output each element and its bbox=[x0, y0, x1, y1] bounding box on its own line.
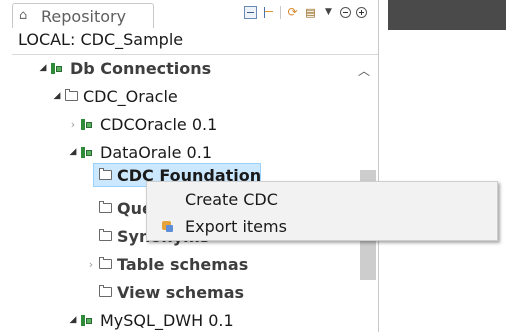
tree-item-label: Db Connections bbox=[70, 58, 212, 78]
tree-item-table-schemas[interactable]: › Table schemas bbox=[86, 253, 248, 275]
project-label: LOCAL: CDC_Sample bbox=[18, 30, 184, 49]
folder-icon bbox=[99, 201, 112, 213]
menu-item-export-items[interactable]: Export items bbox=[147, 213, 497, 239]
expanded-twisty-icon[interactable]: ◢ bbox=[52, 91, 62, 101]
panel-border bbox=[378, 0, 379, 332]
tree-item-label: CDC_Oracle bbox=[83, 86, 178, 106]
scroll-up-arrow-icon[interactable]: ︿ bbox=[358, 62, 370, 79]
repository-tab[interactable]: ⌂ Repository bbox=[12, 3, 154, 28]
tree-item-label: View schemas bbox=[117, 282, 245, 302]
tree-item-mysql-dwh[interactable]: ◢ MySQL_DWH 0.1 bbox=[68, 309, 234, 331]
repository-tab-label: Repository bbox=[41, 6, 127, 26]
home-icon: ⌂ bbox=[19, 8, 28, 23]
db-connection-icon bbox=[81, 146, 95, 159]
collapsed-twisty-icon[interactable]: › bbox=[86, 258, 96, 271]
export-icon bbox=[161, 219, 175, 233]
collapsed-twisty-icon[interactable]: › bbox=[68, 118, 78, 131]
expanded-twisty-icon[interactable]: ◢ bbox=[68, 315, 78, 325]
panel-divider bbox=[12, 54, 378, 55]
tree-item-label: CDCOracle 0.1 bbox=[100, 114, 218, 134]
view-toolbar: ⟳ ▤ ▼ bbox=[244, 4, 367, 20]
editor-area bbox=[388, 0, 506, 332]
toolbar-separator bbox=[280, 5, 281, 19]
tree-item-cdcoracle[interactable]: › CDCOracle 0.1 bbox=[68, 113, 217, 135]
folder-icon bbox=[99, 285, 112, 297]
context-menu: Create CDC Export items bbox=[146, 181, 498, 241]
menu-item-label: Create CDC bbox=[185, 189, 278, 209]
tree-item-label: DataOrale 0.1 bbox=[100, 142, 212, 162]
tree-item-dataorale[interactable]: ◢ DataOrale 0.1 bbox=[68, 141, 212, 163]
db-connection-icon bbox=[51, 62, 65, 75]
expanded-twisty-icon[interactable]: ◢ bbox=[68, 147, 78, 157]
folder-icon bbox=[99, 229, 112, 241]
tree-item-label: Table schemas bbox=[117, 254, 249, 274]
menu-item-label: Export items bbox=[185, 216, 287, 236]
tree-item-db-connections[interactable]: ◢ Db Connections bbox=[38, 57, 212, 79]
filter-icon[interactable]: ▤ bbox=[304, 6, 317, 19]
minimize-icon[interactable] bbox=[340, 6, 351, 18]
folder-icon bbox=[99, 168, 112, 180]
db-connection-icon bbox=[81, 314, 95, 327]
folder-icon bbox=[99, 257, 112, 269]
menu-item-create-cdc[interactable]: Create CDC bbox=[147, 186, 497, 212]
folder-icon bbox=[65, 89, 78, 101]
tree-item-cdc-oracle[interactable]: ◢ CDC_Oracle bbox=[52, 85, 178, 107]
tree-item-label: MySQL_DWH 0.1 bbox=[100, 310, 234, 330]
editor-header-bar bbox=[388, 0, 506, 30]
maximize-icon[interactable] bbox=[356, 6, 367, 18]
db-connection-icon bbox=[81, 118, 95, 131]
tree-item-view-schemas[interactable]: View schemas bbox=[86, 281, 244, 303]
collapse-all-icon[interactable] bbox=[244, 5, 257, 19]
expanded-twisty-icon[interactable]: ◢ bbox=[38, 63, 48, 73]
repository-panel: ⌂ Repository ⟳ ▤ ▼ LOCAL: CDC_Sample ◢ D… bbox=[0, 0, 388, 332]
link-with-editor-icon[interactable] bbox=[262, 6, 275, 19]
view-menu-icon[interactable]: ▼ bbox=[322, 6, 335, 19]
refresh-icon[interactable]: ⟳ bbox=[286, 5, 299, 19]
